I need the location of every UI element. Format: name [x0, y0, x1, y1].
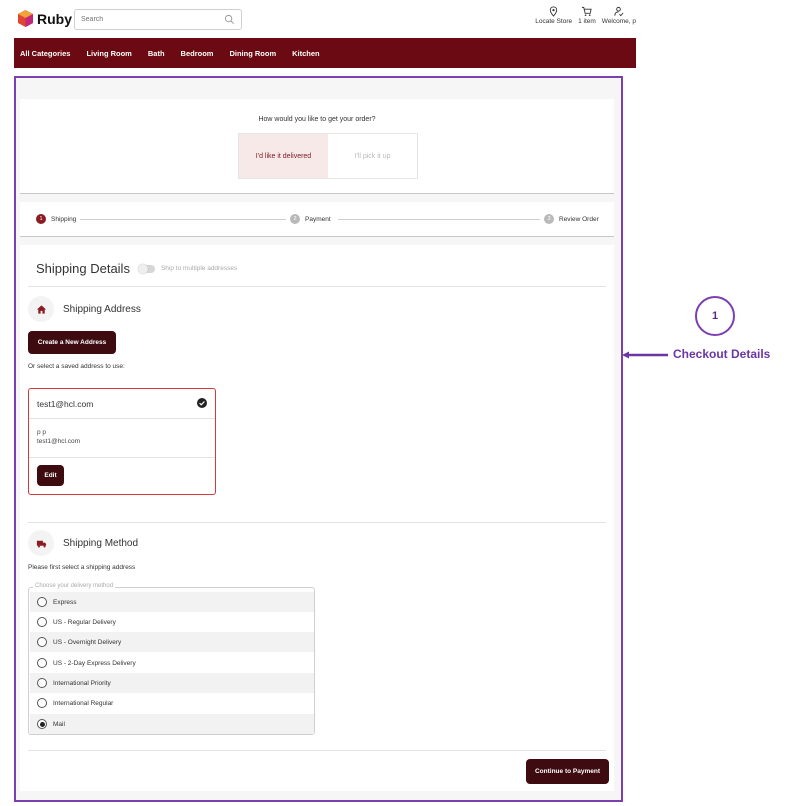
divider — [28, 286, 606, 287]
category-nav: All Categories Living Room Bath Bedroom … — [14, 38, 636, 68]
radio-button-selected[interactable] — [37, 719, 47, 729]
radio-button[interactable] — [37, 637, 47, 647]
method-option[interactable]: International Priority — [30, 673, 314, 693]
method-option-selected[interactable]: Mail — [30, 714, 314, 734]
divider — [29, 457, 215, 458]
user-icon — [614, 6, 624, 17]
step-connector — [80, 219, 290, 220]
method-label: US - 2-Day Express Delivery — [53, 659, 136, 667]
brand-logo[interactable]: Ruby — [18, 10, 72, 27]
address-name: p p — [37, 429, 47, 436]
radio-button[interactable] — [37, 597, 47, 607]
method-label: International Priority — [53, 679, 111, 687]
nav-living-room[interactable]: Living Room — [86, 49, 131, 58]
cart-link[interactable]: 1 item — [578, 6, 596, 25]
step-number: 2 — [290, 214, 300, 224]
step-payment[interactable]: 2 Payment — [286, 214, 335, 224]
saved-address-card[interactable]: test1@hcl.com p p test1@hcl.com Edit — [28, 388, 216, 495]
method-label: Mail — [53, 720, 65, 728]
nav-all-categories[interactable]: All Categories — [20, 49, 70, 58]
divider — [28, 522, 606, 523]
step-number: 1 — [36, 214, 46, 224]
nav-kitchen[interactable]: Kitchen — [292, 49, 320, 58]
search-box[interactable] — [74, 9, 242, 30]
home-icon — [28, 296, 54, 322]
section-title: Shipping Method — [63, 537, 139, 549]
radio-button[interactable] — [37, 698, 47, 708]
method-label: US - Regular Delivery — [53, 618, 116, 626]
step-label: Payment — [305, 215, 331, 223]
continue-to-payment-button[interactable]: Continue to Payment — [526, 759, 609, 784]
step-review-order[interactable]: 3 Review Order — [540, 214, 603, 224]
method-option[interactable]: International Regular — [30, 693, 314, 713]
step-connector — [338, 219, 544, 220]
shipping-address-header: Shipping Address — [28, 296, 141, 322]
shipping-details-card: Shipping Details Ship to multiple addres… — [20, 245, 614, 791]
locate-store-link[interactable]: Locate Store — [535, 6, 572, 25]
multiple-addresses-toggle[interactable] — [137, 263, 155, 274]
step-shipping[interactable]: 1 Shipping — [32, 214, 81, 224]
toggle-label: Ship to multiple addresses — [160, 265, 238, 272]
method-label: US - Overnight Delivery — [53, 638, 122, 646]
checkout-stepper: 1 Shipping 2 Payment 3 Review Order — [20, 202, 614, 237]
step-label: Shipping — [51, 215, 77, 223]
method-option[interactable]: US - 2-Day Express Delivery — [30, 653, 314, 673]
method-option[interactable]: US - Regular Delivery — [30, 612, 314, 632]
method-label: Express — [53, 598, 77, 606]
address-email: test1@hcl.com — [37, 438, 81, 445]
delivered-option[interactable]: I'd like it delivered — [239, 134, 328, 178]
section-title: Shipping Address — [63, 303, 141, 315]
page-title: Shipping Details — [36, 261, 130, 276]
edit-address-button[interactable]: Edit — [37, 465, 64, 486]
radio-button[interactable] — [37, 658, 47, 668]
annotation-label: Checkout Details — [673, 347, 771, 361]
delivery-options: I'd like it delivered I'll pick it up — [238, 133, 418, 179]
delivery-method-legend: Choose your delivery method — [33, 583, 116, 589]
method-label: International Regular — [53, 699, 114, 707]
site-header: Ruby Locate Store 1 item — [0, 0, 636, 38]
check-circle-icon — [197, 398, 207, 408]
annotation-number: 1 — [695, 296, 735, 336]
truck-icon — [28, 530, 54, 556]
step-label: Review Order — [559, 215, 599, 223]
arrow-left-icon — [622, 351, 668, 359]
create-address-button[interactable]: Create a New Address — [28, 331, 116, 354]
search-icon[interactable] — [224, 14, 235, 25]
method-option[interactable]: US - Overnight Delivery — [30, 632, 314, 652]
location-pin-icon — [549, 6, 558, 17]
radio-button[interactable] — [37, 617, 47, 627]
shipping-method-header: Shipping Method — [28, 530, 138, 556]
search-input[interactable] — [81, 16, 221, 23]
account-link[interactable]: Welcome, p — [602, 6, 636, 25]
shipping-method-note: Please first select a shipping address — [28, 564, 136, 571]
nav-bath[interactable]: Bath — [148, 49, 165, 58]
cart-label: 1 item — [578, 18, 596, 25]
saved-address-prompt: Or select a saved address to use: — [28, 363, 125, 370]
delivery-method-group: Choose your delivery method Express US -… — [28, 583, 315, 735]
delivery-choice-card: How would you like to get your order? I'… — [20, 99, 614, 194]
cart-icon — [582, 6, 593, 16]
pickup-option[interactable]: I'll pick it up — [328, 134, 417, 178]
method-option[interactable]: Express — [30, 592, 314, 612]
nav-dining-room[interactable]: Dining Room — [229, 49, 276, 58]
nav-bedroom[interactable]: Bedroom — [181, 49, 214, 58]
radio-button[interactable] — [37, 678, 47, 688]
delivery-question: How would you like to get your order? — [258, 116, 376, 123]
divider — [28, 750, 606, 751]
address-nickname: test1@hcl.com — [37, 399, 94, 409]
locate-store-label: Locate Store — [535, 18, 573, 25]
ruby-logo-icon — [18, 10, 33, 27]
brand-name: Ruby — [37, 10, 72, 27]
welcome-label: Welcome, p — [601, 18, 636, 25]
step-number: 3 — [544, 214, 554, 224]
